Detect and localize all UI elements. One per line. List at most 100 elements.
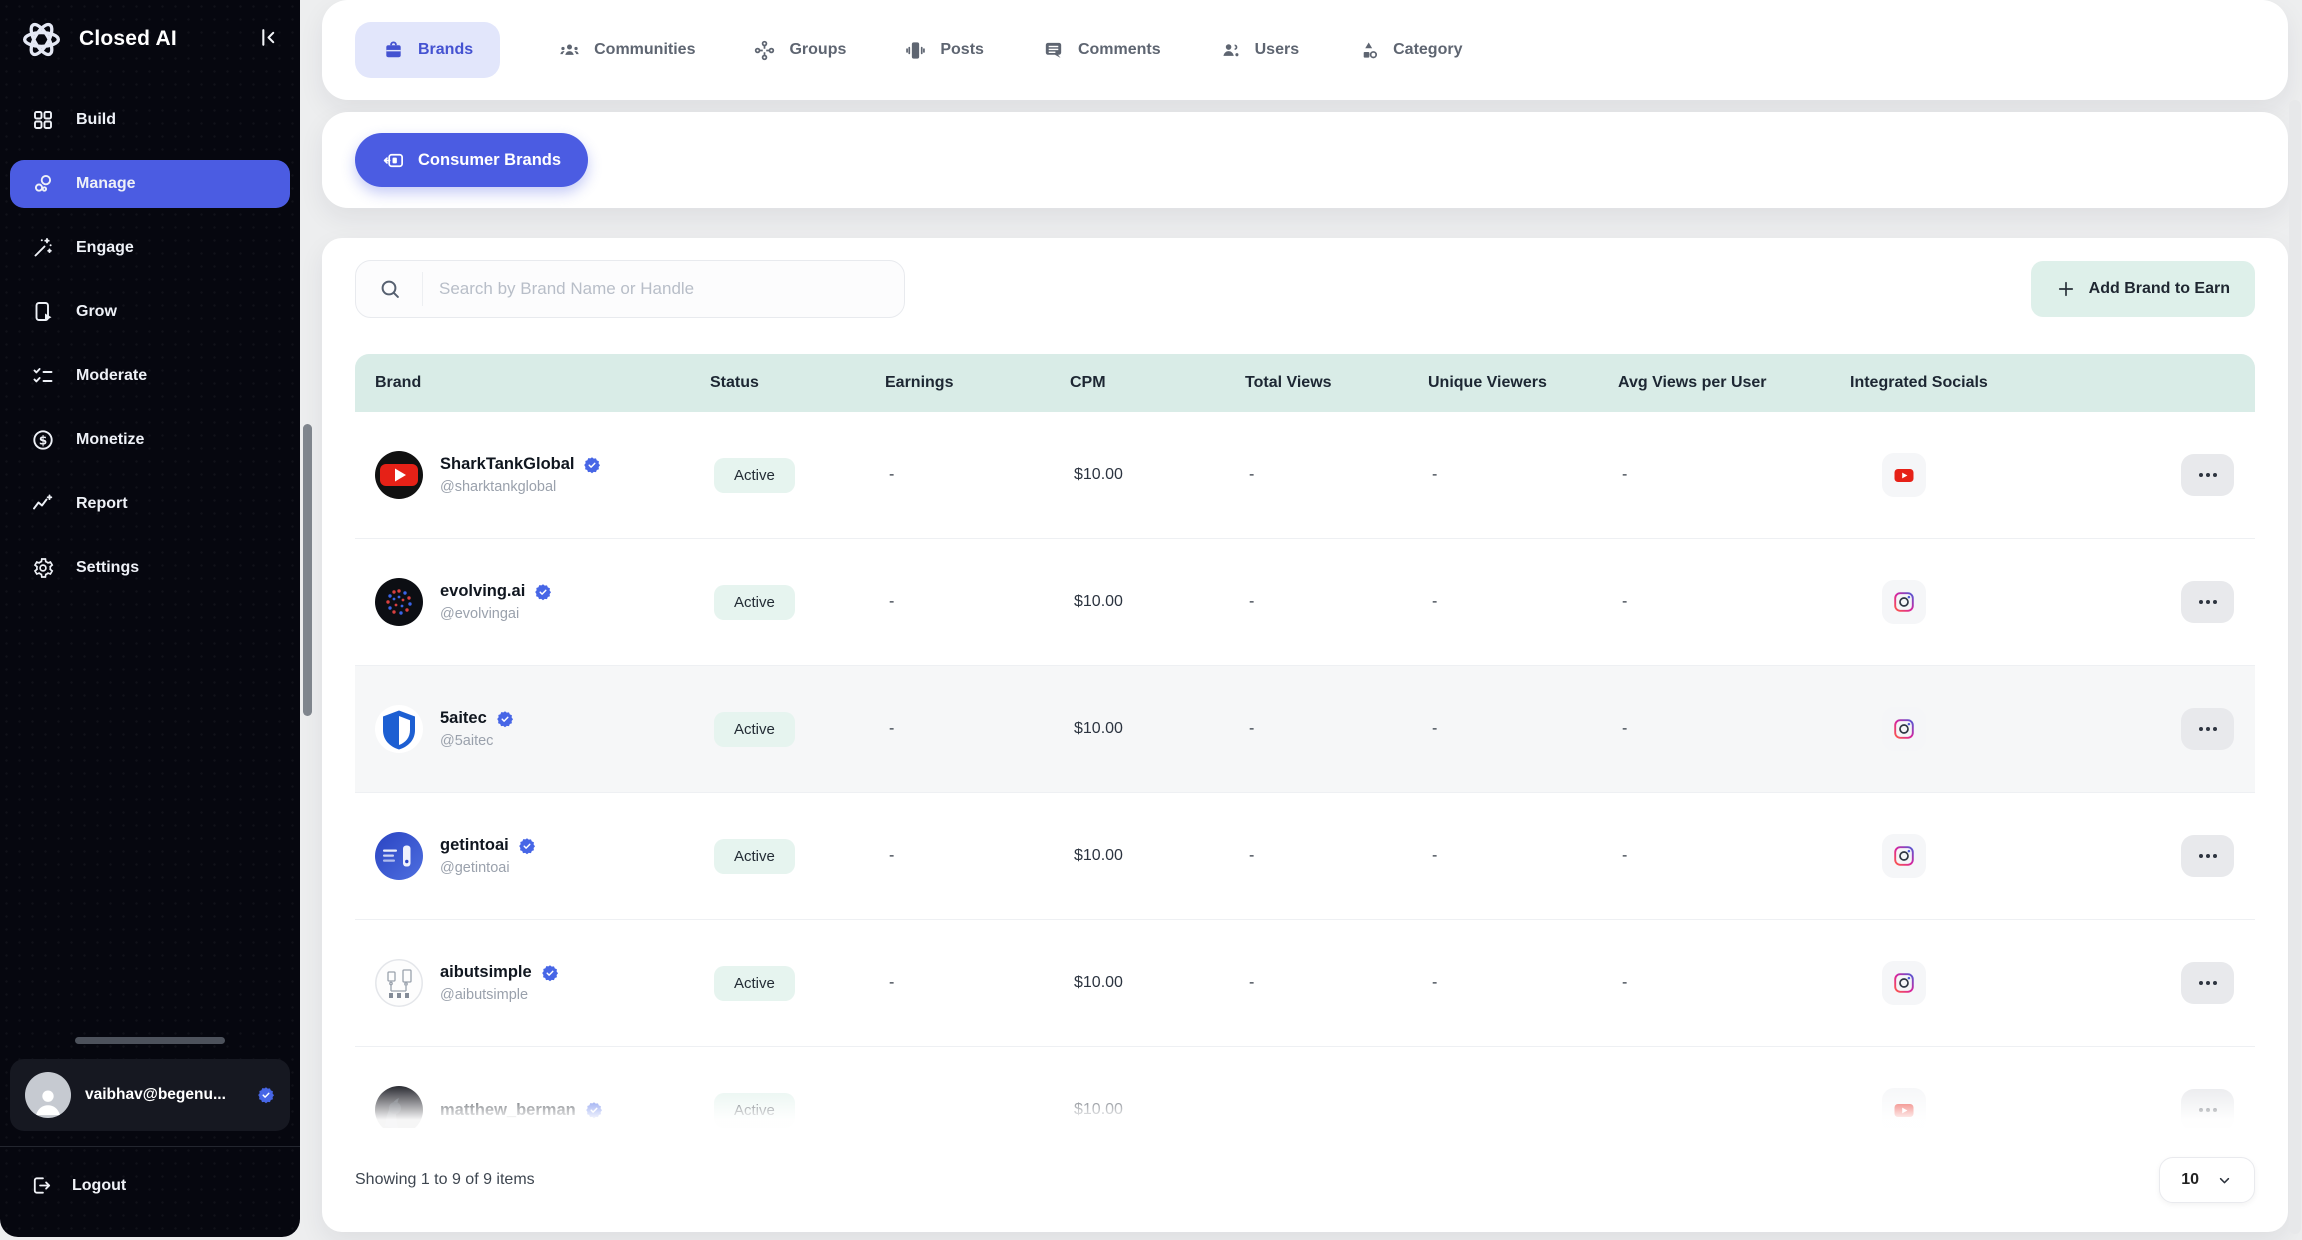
sidebar-item-build[interactable]: Build bbox=[10, 96, 290, 144]
cpm-cell: $10.00 bbox=[1050, 720, 1225, 738]
sidebar-bottom: vaibhav@begenu... Logout bbox=[0, 1037, 300, 1237]
youtube-icon bbox=[1882, 1088, 1926, 1128]
user-avatar bbox=[25, 1072, 71, 1118]
plus-icon bbox=[2056, 279, 2076, 299]
cpm-cell: $10.00 bbox=[1050, 974, 1225, 992]
status-badge: Active bbox=[714, 712, 795, 747]
tab-communities[interactable]: Communities bbox=[558, 39, 695, 62]
earnings-cell: - bbox=[865, 593, 1050, 611]
actions-cell bbox=[2160, 581, 2255, 623]
logout-icon bbox=[30, 1174, 53, 1197]
cpm-cell: $10.00 bbox=[1050, 593, 1225, 611]
page-scrollbar-thumb[interactable] bbox=[303, 424, 312, 716]
monetize-icon: $ bbox=[31, 428, 55, 452]
status-badge: Active bbox=[714, 839, 795, 874]
socials-cell bbox=[1830, 580, 2160, 624]
table-row[interactable]: aibutsimple @aibutsimple Active - $10.00… bbox=[355, 920, 2255, 1047]
brand-handle: @evolvingai bbox=[440, 606, 552, 622]
brand-handle: @getintoai bbox=[440, 860, 536, 876]
sidebar-item-label: Engage bbox=[76, 239, 134, 257]
sidebar-collapse-button[interactable] bbox=[252, 24, 282, 54]
status-badge: Active bbox=[714, 458, 795, 493]
tab-label: Brands bbox=[418, 41, 473, 59]
sidebar-item-label: Manage bbox=[76, 175, 136, 193]
socials-cell bbox=[1830, 834, 2160, 878]
sidebar-header: Closed AI bbox=[0, 0, 300, 78]
brand-avatar bbox=[375, 705, 423, 753]
engage-icon bbox=[31, 236, 55, 260]
table-row[interactable]: evolving.ai @evolvingai Active - $10.00 … bbox=[355, 539, 2255, 666]
brand-handle: @aibutsimple bbox=[440, 987, 559, 1003]
verified-badge-icon bbox=[534, 583, 552, 601]
page-size-select[interactable]: 10 bbox=[2159, 1157, 2255, 1203]
add-brand-button[interactable]: Add Brand to Earn bbox=[2031, 261, 2255, 317]
more-actions-button[interactable] bbox=[2181, 454, 2234, 496]
instagram-icon bbox=[1882, 580, 1926, 624]
sidebar-item-label: Grow bbox=[76, 303, 117, 321]
logout-button[interactable]: Logout bbox=[0, 1147, 300, 1237]
brand-cell: aibutsimple @aibutsimple bbox=[355, 959, 690, 1007]
table-row[interactable]: matthew_berman Active $10.00 bbox=[355, 1047, 2255, 1128]
table-row[interactable]: SharkTankGlobal @sharktankglobal Active … bbox=[355, 412, 2255, 539]
page-scrollbar-right[interactable] bbox=[2289, 100, 2301, 1234]
actions-cell bbox=[2160, 962, 2255, 1004]
tab-comments[interactable]: Comments bbox=[1042, 39, 1161, 62]
search-box bbox=[355, 260, 905, 318]
filter-bar: Consumer Brands bbox=[322, 112, 2288, 208]
more-actions-button[interactable] bbox=[2181, 835, 2234, 877]
column-header-earnings: Earnings bbox=[865, 374, 1050, 392]
verified-badge-icon bbox=[518, 837, 536, 855]
tab-category[interactable]: Category bbox=[1357, 39, 1462, 62]
more-actions-button[interactable] bbox=[2181, 962, 2234, 1004]
sidebar-item-label: Settings bbox=[76, 559, 139, 577]
more-actions-button[interactable] bbox=[2181, 581, 2234, 623]
tab-brands[interactable]: Brands bbox=[355, 22, 500, 78]
closed-ai-logo-icon bbox=[18, 16, 65, 63]
brand-name: evolving.ai bbox=[440, 582, 525, 601]
verified-badge-icon bbox=[496, 710, 514, 728]
sidebar: Closed AI Build Manage Engage Grow Moder… bbox=[0, 0, 300, 1237]
brand-cell: 5aitec @5aitec bbox=[355, 705, 690, 753]
sidebar-item-grow[interactable]: Grow bbox=[10, 288, 290, 336]
youtube-icon bbox=[1882, 453, 1926, 497]
user-card[interactable]: vaibhav@begenu... bbox=[10, 1059, 290, 1131]
table-footer: Showing 1 to 9 of 9 items 10 bbox=[322, 1128, 2288, 1232]
more-actions-button[interactable] bbox=[2181, 1089, 2234, 1128]
grow-icon bbox=[31, 300, 55, 324]
chevron-down-icon bbox=[2216, 1172, 2233, 1189]
category-icon bbox=[1357, 39, 1380, 62]
tab-groups[interactable]: Groups bbox=[753, 39, 846, 62]
tab-label: Communities bbox=[594, 41, 695, 59]
earnings-cell: - bbox=[865, 466, 1050, 484]
tab-posts[interactable]: Posts bbox=[904, 39, 984, 62]
sidebar-item-moderate[interactable]: Moderate bbox=[10, 352, 290, 400]
sidebar-item-settings[interactable]: Settings bbox=[10, 544, 290, 592]
brand-cell: matthew_berman bbox=[355, 1086, 690, 1128]
search-input[interactable] bbox=[423, 279, 904, 299]
content-card: Add Brand to Earn BrandStatusEarningsCPM… bbox=[322, 238, 2288, 1232]
table-row[interactable]: 5aitec @5aitec Active - $10.00 - - - bbox=[355, 666, 2255, 793]
consumer-brands-button[interactable]: Consumer Brands bbox=[355, 133, 588, 187]
tab-list: Brands Communities Groups Posts Comments… bbox=[355, 22, 1462, 78]
status-cell: Active bbox=[690, 585, 865, 620]
pagination-summary: Showing 1 to 9 of 9 items bbox=[355, 1171, 535, 1189]
instagram-icon bbox=[1882, 707, 1926, 751]
tab-label: Category bbox=[1393, 41, 1462, 59]
table-header: BrandStatusEarningsCPMTotal ViewsUnique … bbox=[355, 354, 2255, 412]
sidebar-item-report[interactable]: Report bbox=[10, 480, 290, 528]
sidebar-drag-handle[interactable] bbox=[75, 1037, 225, 1044]
sidebar-item-monetize[interactable]: $ Monetize bbox=[10, 416, 290, 464]
avg-views-cell: - bbox=[1598, 593, 1830, 611]
brand-title: Closed AI bbox=[79, 27, 238, 51]
column-header-unique-viewers: Unique Viewers bbox=[1408, 374, 1598, 392]
brand-cell: SharkTankGlobal @sharktankglobal bbox=[355, 451, 690, 499]
sidebar-item-manage[interactable]: Manage bbox=[10, 160, 290, 208]
more-actions-button[interactable] bbox=[2181, 708, 2234, 750]
report-icon bbox=[31, 492, 55, 516]
table-row[interactable]: getintoai @getintoai Active - $10.00 - -… bbox=[355, 793, 2255, 920]
column-header-status: Status bbox=[690, 374, 865, 392]
sidebar-item-engage[interactable]: Engage bbox=[10, 224, 290, 272]
brand-handle: @5aitec bbox=[440, 733, 514, 749]
tab-users[interactable]: Users bbox=[1219, 39, 1299, 62]
tab-label: Groups bbox=[789, 41, 846, 59]
